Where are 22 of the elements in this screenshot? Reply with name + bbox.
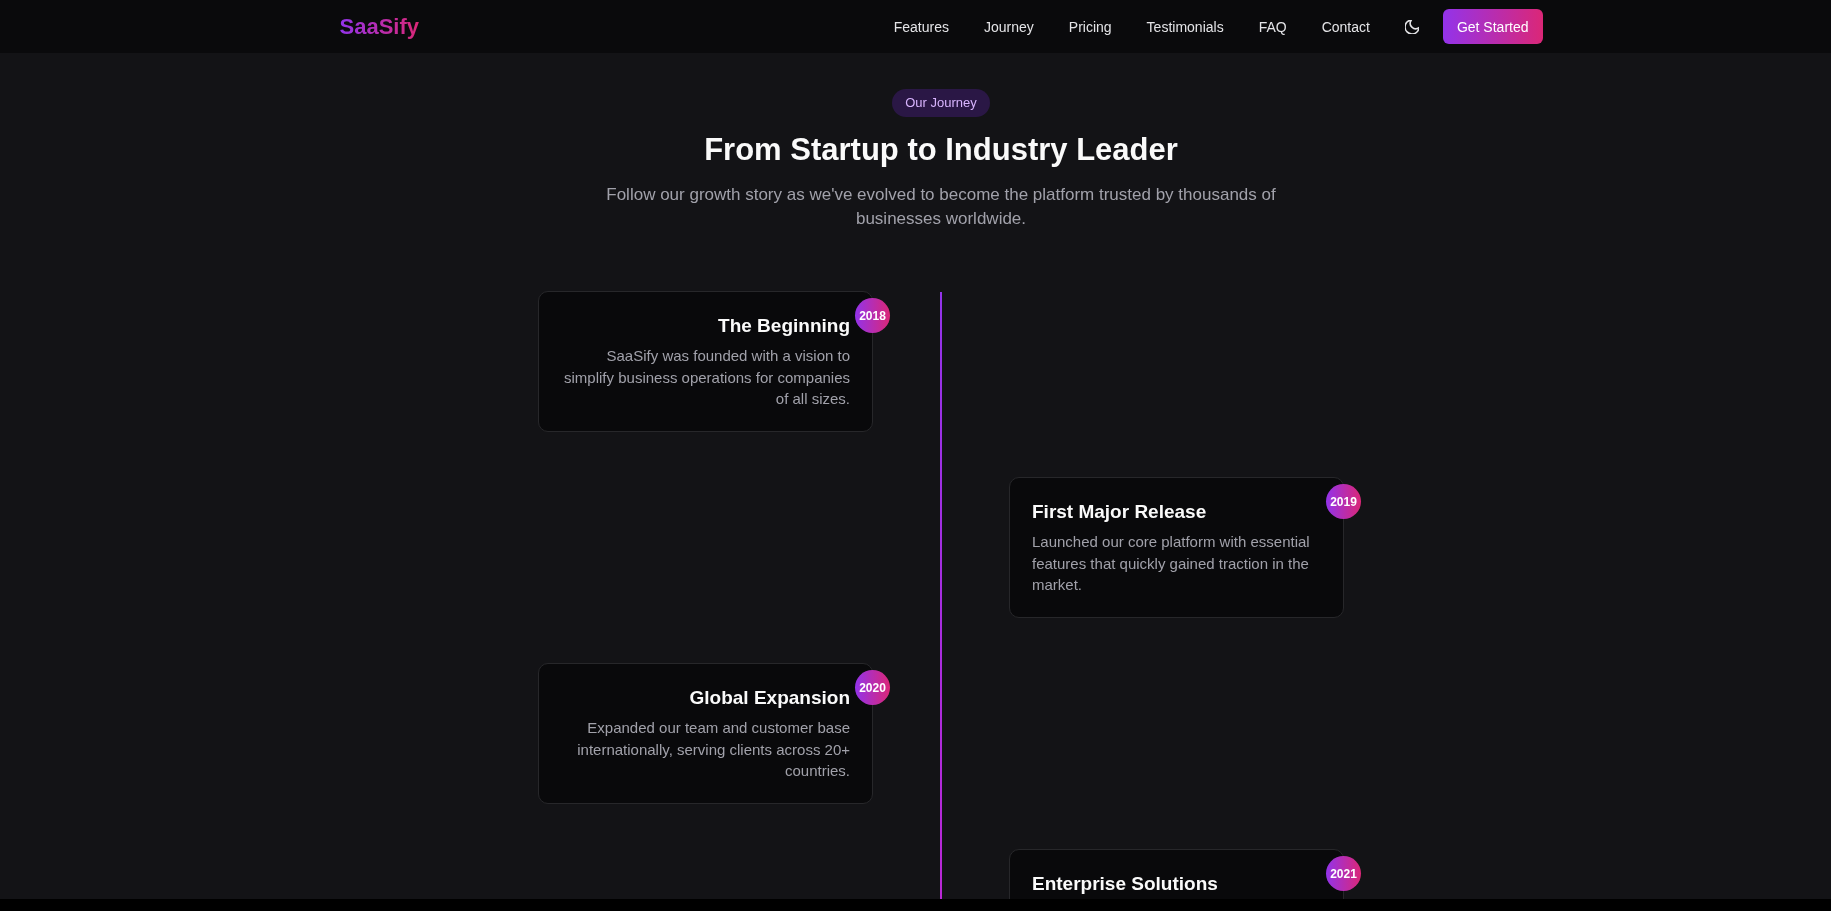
nav-link[interactable]: Features	[893, 16, 949, 37]
section-subtitle: Follow our growth story as we've evolved to become the platform trusted by thousands of businesses worldwide.	[605, 184, 1277, 230]
year-badge: 2021	[1326, 856, 1361, 891]
card-description: SaaSify was founded with a vision to simplify business operations for companies of all sizes.	[563, 346, 850, 409]
card-title: Global Expansion	[688, 686, 850, 710]
section-badge: Our Journey	[892, 89, 990, 117]
year-badge: 2019	[1326, 484, 1361, 519]
nav-link[interactable]: Contact	[1321, 16, 1370, 37]
card-title: The Beginning	[717, 314, 850, 338]
card-description: Expanded our team and customer base internationally, serving clients across 20+ countries.	[576, 718, 850, 781]
nav-link[interactable]: FAQ	[1258, 16, 1287, 37]
card-description: Launched our core platform with essential features that quickly gained traction in the market.	[1032, 532, 1311, 595]
nav-link[interactable]: Journey	[984, 16, 1034, 37]
card-title: First Major Release	[1032, 500, 1208, 524]
card-title: Enterprise Solutions	[1032, 872, 1219, 896]
nav-link[interactable]: Pricing	[1068, 16, 1112, 37]
section-heading: From Startup to Industry Leader	[704, 131, 1178, 169]
nav-link[interactable]: Testimonials	[1146, 16, 1224, 37]
year-badge: 2018	[855, 298, 890, 333]
get-started-button[interactable]: Get Started	[1442, 9, 1543, 44]
year-badge: 2020	[855, 670, 890, 705]
moon-icon[interactable]	[1404, 19, 1419, 34]
